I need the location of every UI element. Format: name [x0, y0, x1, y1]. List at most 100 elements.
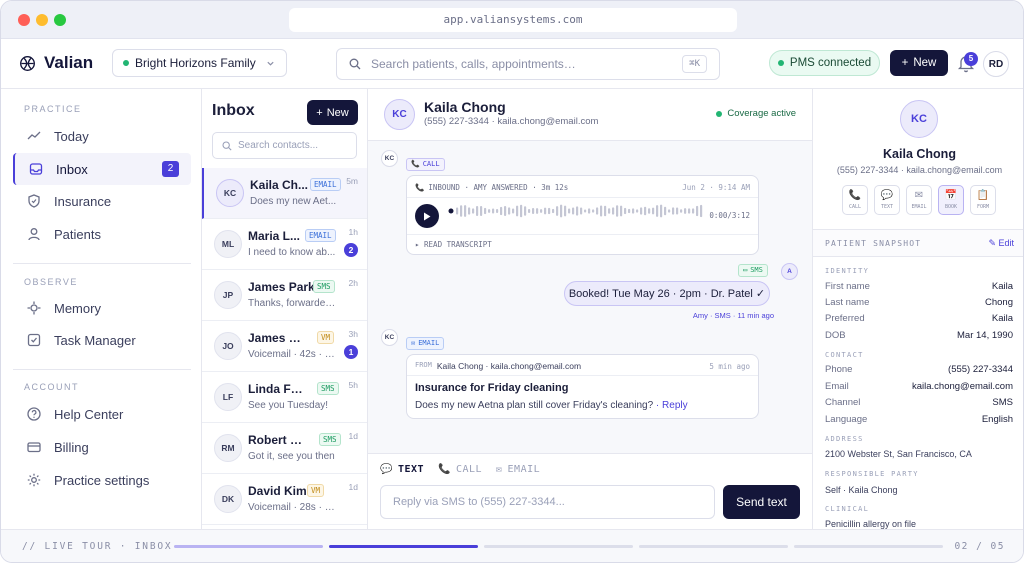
- waveform-bar: [608, 208, 611, 214]
- tour-step-1[interactable]: [174, 545, 323, 548]
- address-bar[interactable]: app.valiansystems.com: [289, 8, 737, 32]
- sidebar-item-label: Memory: [54, 300, 101, 316]
- row-preview: See you Tuesday!: [248, 400, 329, 411]
- chat-icon: 💬: [880, 190, 894, 201]
- brand-logo[interactable]: Valian: [19, 53, 93, 73]
- edit-button[interactable]: ✎ Edit: [988, 238, 1014, 249]
- read-transcript-link[interactable]: ▸ READ TRANSCRIPT: [415, 240, 492, 249]
- search-icon: [349, 58, 361, 70]
- email-from: FROM Kaila Chong · kaila.chong@email.com: [415, 361, 581, 371]
- tour-step-4[interactable]: [639, 545, 788, 548]
- trend-icon: [27, 131, 41, 140]
- sidebar-item-patients[interactable]: Patients: [13, 218, 191, 250]
- sidebar-item-label: Billing: [54, 439, 89, 455]
- waveform-bar: [700, 204, 703, 218]
- conversation-row[interactable]: ML Maria L... EMAIL 1h I need to know ab…: [202, 219, 367, 270]
- field-value: English: [981, 414, 1013, 425]
- waveform-bar: [572, 207, 575, 215]
- practice-selector[interactable]: Bright Horizons Family: [112, 49, 287, 77]
- call-action-button[interactable]: 📞 CALL: [842, 185, 868, 215]
- compose-area: 💬 TEXT 📞 CALL ✉ EMAIL Reply via SMS to (555…: [368, 453, 812, 529]
- tab-email[interactable]: ✉ EMAIL: [496, 464, 540, 475]
- waveform-bar: [612, 207, 615, 215]
- clipboard-icon: 📋: [976, 190, 990, 201]
- row-time: 1h: [348, 227, 358, 237]
- agent-avatar: A: [781, 263, 798, 280]
- send-text-button[interactable]: Send text: [723, 485, 800, 519]
- conversation-row[interactable]: JP James Park SMS 2h Thanks, forwarded..…: [202, 270, 367, 321]
- field-row: DOB Mar 14, 1990: [825, 330, 1013, 341]
- tour-step-5[interactable]: [794, 545, 943, 548]
- card-icon: [27, 442, 41, 453]
- waveform-bar: [488, 209, 491, 213]
- field-label: Last name: [825, 297, 870, 308]
- sidebar-item-billing[interactable]: Billing: [13, 431, 191, 463]
- conversation-row[interactable]: KC Kaila Ch... EMAIL 5m Does my new Aet.…: [202, 168, 367, 219]
- patient-panel: KC Kaila Chong (555) 227-3344 · kaila.ch…: [812, 89, 1023, 529]
- contact-name: Kaila Chong: [424, 99, 506, 115]
- waveform-bar: [476, 206, 479, 216]
- sidebar-item-memory[interactable]: Memory: [13, 292, 191, 324]
- form-action-button[interactable]: 📋 FORM: [970, 185, 996, 215]
- sidebar-item-insurance[interactable]: Insurance: [13, 185, 191, 217]
- waveform-bar: [652, 207, 655, 215]
- waveform-bar: [504, 206, 507, 216]
- sidebar-item-today[interactable]: Today: [13, 120, 191, 152]
- contact-avatar: KC: [384, 99, 415, 130]
- channel-tag: SMS: [317, 382, 339, 395]
- waveform-bar: [576, 206, 579, 216]
- conversation-row[interactable]: LF Linda Fost... SMS 5h See you Tuesday!: [202, 372, 367, 423]
- email-body-text: Does my new Aetna plan still cover Frida…: [415, 400, 654, 411]
- channel-tag: EMAIL: [305, 229, 336, 242]
- user-avatar[interactable]: RD: [983, 51, 1009, 77]
- inbox-icon: [29, 163, 43, 175]
- field-value: Mar 14, 1990: [957, 330, 1013, 341]
- email-card[interactable]: FROM Kaila Chong · kaila.chong@email.com …: [406, 354, 759, 419]
- sidebar-item-label: Inbox: [56, 161, 88, 177]
- field-label: Channel: [825, 397, 861, 408]
- group-title-clinical: CLINICAL: [825, 505, 870, 513]
- sidebar-item-inbox[interactable]: Inbox 2: [13, 153, 191, 185]
- minimize-window-dot[interactable]: [36, 14, 48, 26]
- play-button[interactable]: [415, 204, 439, 228]
- contact-name: James O'C...: [248, 331, 308, 345]
- call-chip: 📞 CALL: [406, 158, 445, 171]
- tour-step-2[interactable]: [329, 545, 478, 548]
- sidebar-item-task-manager[interactable]: Task Manager: [13, 324, 191, 356]
- sidebar-item-practice-settings[interactable]: Practice settings: [13, 464, 191, 496]
- memory-icon: [27, 301, 41, 315]
- tab-call[interactable]: 📞 CALL: [438, 464, 482, 475]
- reply-input[interactable]: Reply via SMS to (555) 227-3344...: [380, 485, 715, 519]
- email-body: Does my new Aetna plan still cover Frida…: [415, 400, 688, 411]
- pms-status-badge[interactable]: PMS connected: [769, 50, 880, 76]
- new-message-button[interactable]: + New: [307, 100, 358, 125]
- waveform-bar: [588, 208, 591, 214]
- new-button-label: New: [913, 57, 937, 69]
- action-label: FORM: [976, 204, 990, 210]
- close-window-dot[interactable]: [18, 14, 30, 26]
- phone-icon: 📞: [438, 464, 451, 475]
- tour-page: 02 / 05: [954, 541, 1005, 552]
- book-action-button[interactable]: 📅 BOOK: [938, 185, 964, 215]
- text-action-button[interactable]: 💬 TEXT: [874, 185, 900, 215]
- conversation-row[interactable]: DK David Kim VM 1d Voicemail · 28s · re:…: [202, 474, 367, 525]
- maximize-window-dot[interactable]: [54, 14, 66, 26]
- tour-step-3[interactable]: [484, 545, 633, 548]
- new-button[interactable]: + New: [890, 50, 948, 76]
- coverage-status: Coverage active: [716, 108, 796, 119]
- tab-text[interactable]: 💬 TEXT: [380, 464, 424, 475]
- reply-link[interactable]: · Reply: [656, 400, 688, 411]
- tab-label: TEXT: [397, 464, 425, 475]
- contact-search-input[interactable]: Search contacts...: [212, 132, 357, 159]
- global-search[interactable]: Search patients, calls, appointments… ⌘K: [336, 48, 720, 80]
- field-value: (555) 227-3344: [948, 364, 1013, 375]
- row-preview: Thanks, forwarded...: [248, 298, 338, 309]
- section-title-observe: OBSERVE: [24, 277, 78, 287]
- action-label: BOOK: [944, 204, 958, 210]
- sidebar-item-help-center[interactable]: Help Center: [13, 398, 191, 430]
- conversation-row[interactable]: JO James O'C... VM 3h Voicemail · 42s · …: [202, 321, 367, 372]
- field-value: Kaila: [991, 313, 1013, 324]
- conversation-row[interactable]: RM Robert Ma... SMS 1d Got it, see you t…: [202, 423, 367, 474]
- audio-waveform[interactable]: [448, 203, 708, 219]
- email-action-button[interactable]: ✉ EMAIL: [906, 185, 932, 215]
